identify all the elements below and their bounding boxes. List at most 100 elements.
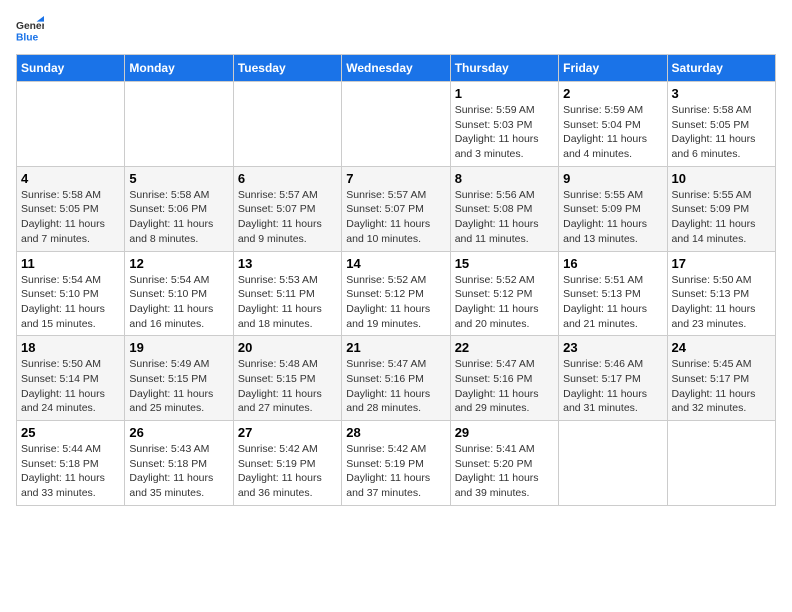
day-info: Sunrise: 5:59 AMSunset: 5:04 PMDaylight:… [563,103,662,162]
day-number: 14 [346,256,445,271]
day-info: Sunrise: 5:42 AMSunset: 5:19 PMDaylight:… [346,442,445,501]
logo-icon: General Blue [16,16,44,44]
day-info: Sunrise: 5:56 AMSunset: 5:08 PMDaylight:… [455,188,554,247]
day-number: 10 [672,171,771,186]
calendar-cell [125,82,233,167]
day-info: Sunrise: 5:41 AMSunset: 5:20 PMDaylight:… [455,442,554,501]
calendar-cell: 12Sunrise: 5:54 AMSunset: 5:10 PMDayligh… [125,251,233,336]
calendar-body: 1 Sunrise: 5:59 AMSunset: 5:03 PMDaylight… [17,82,776,506]
calendar-cell: 17 Sunrise: 5:50 AMSunset: 5:13 PMDayligh… [667,251,775,336]
day-info: Sunrise: 5:43 AMSunset: 5:18 PMDaylight:… [129,442,228,501]
day-info: Sunrise: 5:49 AMSunset: 5:15 PMDaylight:… [129,357,228,416]
day-number: 3 [672,86,771,101]
day-number: 13 [238,256,337,271]
calendar-cell: 29 Sunrise: 5:41 AMSunset: 5:20 PMDayligh… [450,421,558,506]
day-info: Sunrise: 5:55 AMSunset: 5:09 PMDaylight:… [672,188,771,247]
calendar-cell: 28 Sunrise: 5:42 AMSunset: 5:19 PMDayligh… [342,421,450,506]
calendar-cell [342,82,450,167]
day-info: Sunrise: 5:42 AMSunset: 5:19 PMDaylight:… [238,442,337,501]
header-wednesday: Wednesday [342,55,450,82]
calendar-cell: 6 Sunrise: 5:57 AMSunset: 5:07 PMDaylight… [233,166,341,251]
day-info: Sunrise: 5:45 AMSunset: 5:17 PMDaylight:… [672,357,771,416]
day-number: 16 [563,256,662,271]
day-number: 28 [346,425,445,440]
calendar-cell: 25Sunrise: 5:44 AMSunset: 5:18 PMDayligh… [17,421,125,506]
day-number: 22 [455,340,554,355]
calendar-cell: 13 Sunrise: 5:53 AMSunset: 5:11 PMDayligh… [233,251,341,336]
day-info: Sunrise: 5:53 AMSunset: 5:11 PMDaylight:… [238,273,337,332]
calendar-cell: 7Sunrise: 5:57 AMSunset: 5:07 PMDaylight… [342,166,450,251]
day-info: Sunrise: 5:44 AMSunset: 5:18 PMDaylight:… [21,442,120,501]
calendar-cell [559,421,667,506]
day-number: 4 [21,171,120,186]
week-row-2: 11 Sunrise: 5:54 AMSunset: 5:10 PMDayligh… [17,251,776,336]
header: General Blue [16,16,776,44]
calendar-header-row: SundayMondayTuesdayWednesdayThursdayFrid… [17,55,776,82]
day-info: Sunrise: 5:46 AMSunset: 5:17 PMDaylight:… [563,357,662,416]
day-info: Sunrise: 5:51 AMSunset: 5:13 PMDaylight:… [563,273,662,332]
day-number: 20 [238,340,337,355]
calendar-cell: 2 Sunrise: 5:59 AMSunset: 5:04 PMDaylight… [559,82,667,167]
day-number: 2 [563,86,662,101]
calendar-cell: 20 Sunrise: 5:48 AMSunset: 5:15 PMDayligh… [233,336,341,421]
calendar-cell: 16 Sunrise: 5:51 AMSunset: 5:13 PMDayligh… [559,251,667,336]
day-number: 6 [238,171,337,186]
day-info: Sunrise: 5:52 AMSunset: 5:12 PMDaylight:… [346,273,445,332]
header-tuesday: Tuesday [233,55,341,82]
day-info: Sunrise: 5:55 AMSunset: 5:09 PMDaylight:… [563,188,662,247]
day-info: Sunrise: 5:54 AMSunset: 5:10 PMDaylight:… [21,273,120,332]
day-info: Sunrise: 5:48 AMSunset: 5:15 PMDaylight:… [238,357,337,416]
header-monday: Monday [125,55,233,82]
calendar-cell: 8 Sunrise: 5:56 AMSunset: 5:08 PMDaylight… [450,166,558,251]
logo: General Blue [16,16,44,44]
day-number: 9 [563,171,662,186]
day-number: 17 [672,256,771,271]
header-thursday: Thursday [450,55,558,82]
calendar-cell: 9 Sunrise: 5:55 AMSunset: 5:09 PMDaylight… [559,166,667,251]
day-number: 23 [563,340,662,355]
day-info: Sunrise: 5:57 AMSunset: 5:07 PMDaylight:… [238,188,337,247]
day-info: Sunrise: 5:50 AMSunset: 5:13 PMDaylight:… [672,273,771,332]
day-info: Sunrise: 5:58 AMSunset: 5:05 PMDaylight:… [21,188,120,247]
calendar-cell: 22 Sunrise: 5:47 AMSunset: 5:16 PMDayligh… [450,336,558,421]
calendar-cell: 5 Sunrise: 5:58 AMSunset: 5:06 PMDaylight… [125,166,233,251]
day-number: 8 [455,171,554,186]
calendar-cell: 3 Sunrise: 5:58 AMSunset: 5:05 PMDaylight… [667,82,775,167]
calendar-cell: 1 Sunrise: 5:59 AMSunset: 5:03 PMDaylight… [450,82,558,167]
calendar-cell: 15Sunrise: 5:52 AMSunset: 5:12 PMDayligh… [450,251,558,336]
day-number: 1 [455,86,554,101]
day-info: Sunrise: 5:52 AMSunset: 5:12 PMDaylight:… [455,273,554,332]
calendar-cell: 10 Sunrise: 5:55 AMSunset: 5:09 PMDayligh… [667,166,775,251]
day-number: 26 [129,425,228,440]
day-info: Sunrise: 5:47 AMSunset: 5:16 PMDaylight:… [455,357,554,416]
day-number: 18 [21,340,120,355]
day-number: 27 [238,425,337,440]
calendar-cell [233,82,341,167]
day-number: 5 [129,171,228,186]
day-number: 24 [672,340,771,355]
calendar-cell [17,82,125,167]
day-info: Sunrise: 5:59 AMSunset: 5:03 PMDaylight:… [455,103,554,162]
calendar-cell: 21 Sunrise: 5:47 AMSunset: 5:16 PMDayligh… [342,336,450,421]
calendar-cell: 27 Sunrise: 5:42 AMSunset: 5:19 PMDayligh… [233,421,341,506]
day-number: 12 [129,256,228,271]
day-info: Sunrise: 5:47 AMSunset: 5:16 PMDaylight:… [346,357,445,416]
week-row-3: 18 Sunrise: 5:50 AMSunset: 5:14 PMDayligh… [17,336,776,421]
week-row-4: 25Sunrise: 5:44 AMSunset: 5:18 PMDayligh… [17,421,776,506]
day-info: Sunrise: 5:58 AMSunset: 5:05 PMDaylight:… [672,103,771,162]
header-friday: Friday [559,55,667,82]
day-info: Sunrise: 5:50 AMSunset: 5:14 PMDaylight:… [21,357,120,416]
calendar-cell: 26 Sunrise: 5:43 AMSunset: 5:18 PMDayligh… [125,421,233,506]
header-sunday: Sunday [17,55,125,82]
svg-text:Blue: Blue [16,32,39,43]
calendar-cell [667,421,775,506]
day-number: 29 [455,425,554,440]
day-number: 21 [346,340,445,355]
header-saturday: Saturday [667,55,775,82]
calendar-cell: 14 Sunrise: 5:52 AMSunset: 5:12 PMDayligh… [342,251,450,336]
day-info: Sunrise: 5:58 AMSunset: 5:06 PMDaylight:… [129,188,228,247]
day-number: 11 [21,256,120,271]
calendar-cell: 18 Sunrise: 5:50 AMSunset: 5:14 PMDayligh… [17,336,125,421]
calendar-cell: 11 Sunrise: 5:54 AMSunset: 5:10 PMDayligh… [17,251,125,336]
calendar-cell: 19Sunrise: 5:49 AMSunset: 5:15 PMDayligh… [125,336,233,421]
